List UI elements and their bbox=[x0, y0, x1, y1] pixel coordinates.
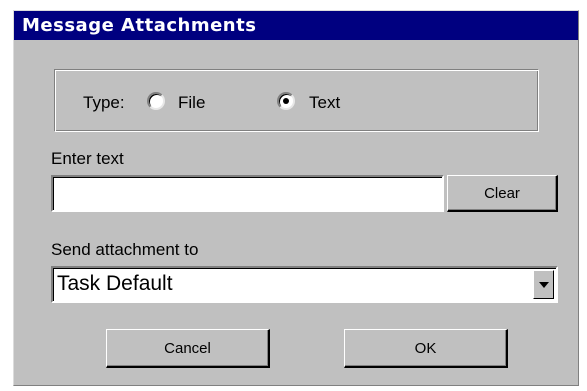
dropdown-arrow-icon[interactable] bbox=[533, 270, 554, 299]
radio-text[interactable] bbox=[277, 92, 295, 110]
send-to-label: Send attachment to bbox=[51, 240, 199, 259]
cancel-button[interactable]: Cancel bbox=[106, 329, 270, 368]
type-label: Type: bbox=[83, 93, 125, 112]
dialog-title: Message Attachments bbox=[14, 11, 578, 40]
text-input[interactable] bbox=[53, 177, 442, 210]
text-field[interactable] bbox=[51, 175, 444, 212]
ok-button[interactable]: OK bbox=[344, 329, 508, 368]
send-to-dropdown[interactable]: Task Default bbox=[51, 266, 558, 303]
send-to-value: Task Default bbox=[57, 272, 173, 295]
type-group: Type: File Text bbox=[54, 69, 539, 132]
clear-button[interactable]: Clear bbox=[447, 175, 558, 212]
enter-text-label: Enter text bbox=[51, 149, 124, 168]
radio-file-label[interactable]: File bbox=[178, 93, 205, 113]
radio-file[interactable] bbox=[147, 92, 165, 110]
message-attachments-dialog: Message Attachments Type: File Text Ente… bbox=[13, 10, 579, 386]
radio-text-label[interactable]: Text bbox=[309, 93, 340, 113]
